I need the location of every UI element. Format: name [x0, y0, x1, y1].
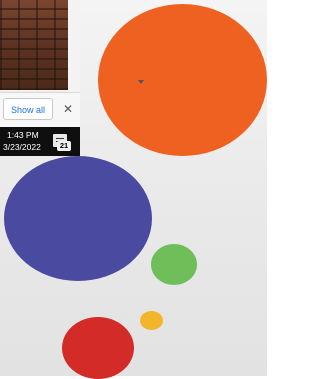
- orange-circle: [98, 4, 267, 156]
- blue-circle: [4, 156, 152, 281]
- yellow-circle: [140, 311, 163, 330]
- show-all-button[interactable]: Show all: [3, 98, 53, 120]
- close-icon[interactable]: ✕: [61, 100, 75, 118]
- downloads-bar: Show all ✕: [0, 92, 80, 127]
- green-circle: [151, 244, 197, 285]
- download-thumbnail-image[interactable]: [0, 0, 68, 90]
- chevron-down-icon[interactable]: [138, 80, 144, 84]
- taskbar-date: 3/23/2022: [3, 142, 41, 152]
- taskbar-clock-area[interactable]: 1:43 PM 3/23/2022 21: [0, 127, 80, 156]
- red-circle: [62, 317, 134, 379]
- taskbar-time: 1:43 PM: [7, 130, 39, 140]
- notification-count-badge: 21: [57, 141, 71, 151]
- download-item-menu-area[interactable]: [68, 0, 144, 92]
